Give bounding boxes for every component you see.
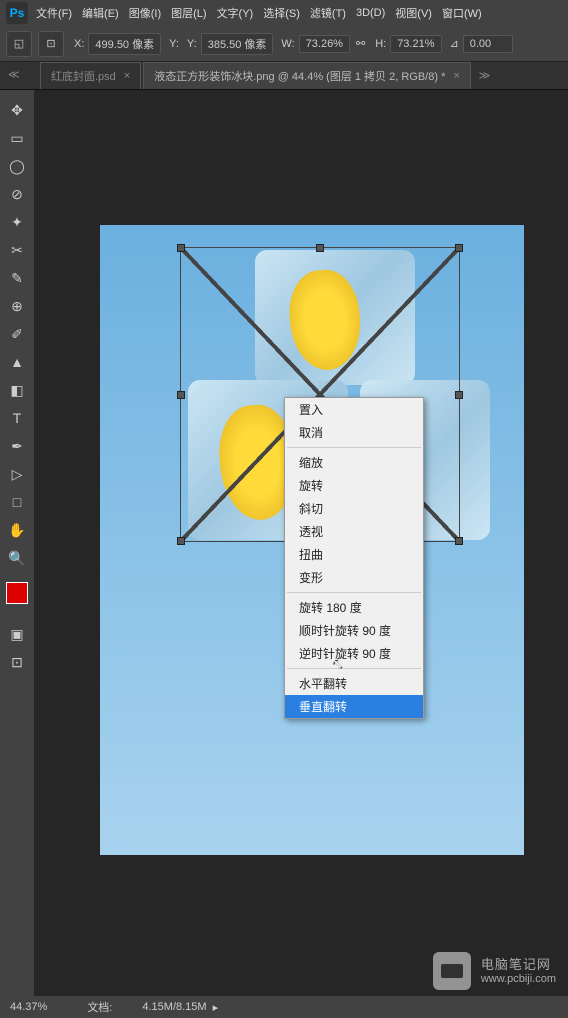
app-logo: Ps [6, 2, 28, 24]
menu-image[interactable]: 图像(I) [129, 5, 161, 21]
hand-tool[interactable]: ✋ [5, 518, 29, 542]
h-label: H: [375, 38, 386, 50]
ctx-distort[interactable]: 变形 [285, 566, 423, 589]
transform-handle[interactable] [177, 391, 185, 399]
transform-handle[interactable] [455, 537, 463, 545]
tab-label: 液态正方形装饰冰块.png @ 44.4% (图层 1 拷贝 2, RGB/8)… [154, 68, 445, 84]
cursor-icon: ↖ [330, 653, 343, 673]
menu-filter[interactable]: 滤镜(T) [310, 5, 346, 21]
angle-label: ⊿ [450, 37, 459, 50]
tools-panel: ✥ ▭ ◯ ⊘ ✦ ✂ ✎ ⊕ ✐ ▲ ◧ T ✒ ▷ □ ✋ 🔍 ▣ ⊡ [0, 90, 34, 998]
context-menu: 置入 取消 缩放 旋转 斜切 透视 扭曲 变形 旋转 180 度 顺时针旋转 9… [284, 397, 424, 719]
ctx-rotate-cw[interactable]: 顺时针旋转 90 度 [285, 619, 423, 642]
menu-select[interactable]: 选择(S) [263, 5, 300, 21]
separator [287, 668, 421, 669]
eyedropper-tool[interactable]: ✎ [5, 266, 29, 290]
path-select-tool[interactable]: ▷ [5, 462, 29, 486]
transform-handle[interactable] [316, 244, 324, 252]
y-label: Y: [169, 38, 179, 50]
ctx-rotate[interactable]: 旋转 [285, 474, 423, 497]
transform-handle[interactable] [455, 244, 463, 252]
magic-wand-tool[interactable]: ✦ [5, 210, 29, 234]
tab-label: 红底封面.psd [51, 68, 116, 84]
menu-view[interactable]: 视图(V) [395, 5, 432, 21]
move-tool[interactable]: ✥ [5, 98, 29, 122]
doc-size: 4.15M/8.15M [142, 1001, 206, 1013]
zoom-tool[interactable]: 🔍 [5, 546, 29, 570]
transform-handle[interactable] [455, 391, 463, 399]
watermark-url: www.pcbiji.com [481, 973, 556, 985]
ctx-flip-horizontal[interactable]: 水平翻转 [285, 672, 423, 695]
clone-stamp-tool[interactable]: ▲ [5, 350, 29, 374]
watermark-logo-icon [433, 952, 471, 990]
screen-mode-icon[interactable]: ⊡ [5, 650, 29, 674]
ctx-flip-vertical[interactable]: 垂直翻转 [285, 695, 423, 718]
ctx-perspective[interactable]: 透视 [285, 520, 423, 543]
ctx-place[interactable]: 置入 [285, 398, 423, 421]
ctx-scale[interactable]: 缩放 [285, 451, 423, 474]
options-bar: ◱ ⊡ X: 499.50 像素 Y: Y: 385.50 像素 W: 73.2… [0, 26, 568, 62]
ctx-skew[interactable]: 斜切 [285, 497, 423, 520]
y-field[interactable]: 385.50 像素 [201, 33, 274, 55]
type-tool[interactable]: T [5, 406, 29, 430]
h-field[interactable]: 73.21% [390, 35, 441, 53]
doc-label: 文档: [87, 999, 112, 1015]
w-label: W: [281, 38, 294, 50]
flyout-icon[interactable]: ▸ [213, 1001, 219, 1014]
link-icon[interactable]: ⚯ [356, 37, 365, 50]
ctx-rotate-ccw[interactable]: 逆时针旋转 90 度 [285, 642, 423, 665]
watermark-title: 电脑笔记网 [481, 957, 556, 974]
marquee-tool[interactable]: ▭ [5, 126, 29, 150]
tab-prev-icon[interactable]: ≪ [8, 68, 20, 81]
transform-handle[interactable] [177, 537, 185, 545]
watermark: 电脑笔记网 www.pcbiji.com [433, 952, 556, 990]
x-field[interactable]: 499.50 像素 [88, 33, 161, 55]
close-icon[interactable]: × [124, 70, 130, 82]
shape-tool[interactable]: □ [5, 490, 29, 514]
close-icon[interactable]: × [453, 70, 459, 82]
menu-bar: Ps 文件(F) 编辑(E) 图像(I) 图层(L) 文字(Y) 选择(S) 滤… [0, 0, 568, 26]
healing-tool[interactable]: ⊕ [5, 294, 29, 318]
eraser-tool[interactable]: ◧ [5, 378, 29, 402]
ctx-cancel[interactable]: 取消 [285, 421, 423, 444]
separator [287, 447, 421, 448]
brush-tool[interactable]: ✐ [5, 322, 29, 346]
tab-next-icon[interactable]: ≫ [479, 69, 491, 82]
angle-field[interactable]: 0.00 [463, 35, 513, 53]
transform-handle[interactable] [177, 244, 185, 252]
menu-type[interactable]: 文字(Y) [217, 5, 254, 21]
lasso-tool[interactable]: ◯ [5, 154, 29, 178]
ctx-warp[interactable]: 扭曲 [285, 543, 423, 566]
zoom-level[interactable]: 44.37% [10, 1001, 47, 1013]
status-bar: 44.37% 文档: 4.15M/8.15M ▸ [0, 996, 568, 1018]
document-tabs: ≪ 红底封面.psd × 液态正方形装饰冰块.png @ 44.4% (图层 1… [0, 62, 568, 90]
transform-tool-icon[interactable]: ◱ [6, 31, 32, 57]
quick-mask-icon[interactable]: ▣ [5, 622, 29, 646]
menu-layer[interactable]: 图层(L) [171, 5, 206, 21]
menu-file[interactable]: 文件(F) [36, 5, 72, 21]
x-label: X: [74, 38, 84, 50]
menu-3d[interactable]: 3D(D) [356, 7, 385, 19]
tab-ice-cube[interactable]: 液态正方形装饰冰块.png @ 44.4% (图层 1 拷贝 2, RGB/8)… [143, 62, 471, 89]
reference-point-icon[interactable]: ⊡ [38, 31, 64, 57]
color-swatch[interactable] [6, 582, 28, 604]
w-field[interactable]: 73.26% [299, 35, 350, 53]
separator [287, 592, 421, 593]
tab-red-cover[interactable]: 红底封面.psd × [40, 62, 141, 89]
crop-tool[interactable]: ✂ [5, 238, 29, 262]
quick-select-tool[interactable]: ⊘ [5, 182, 29, 206]
menu-edit[interactable]: 编辑(E) [82, 5, 119, 21]
ctx-rotate-180[interactable]: 旋转 180 度 [285, 596, 423, 619]
pen-tool[interactable]: ✒ [5, 434, 29, 458]
menu-window[interactable]: 窗口(W) [442, 5, 482, 21]
